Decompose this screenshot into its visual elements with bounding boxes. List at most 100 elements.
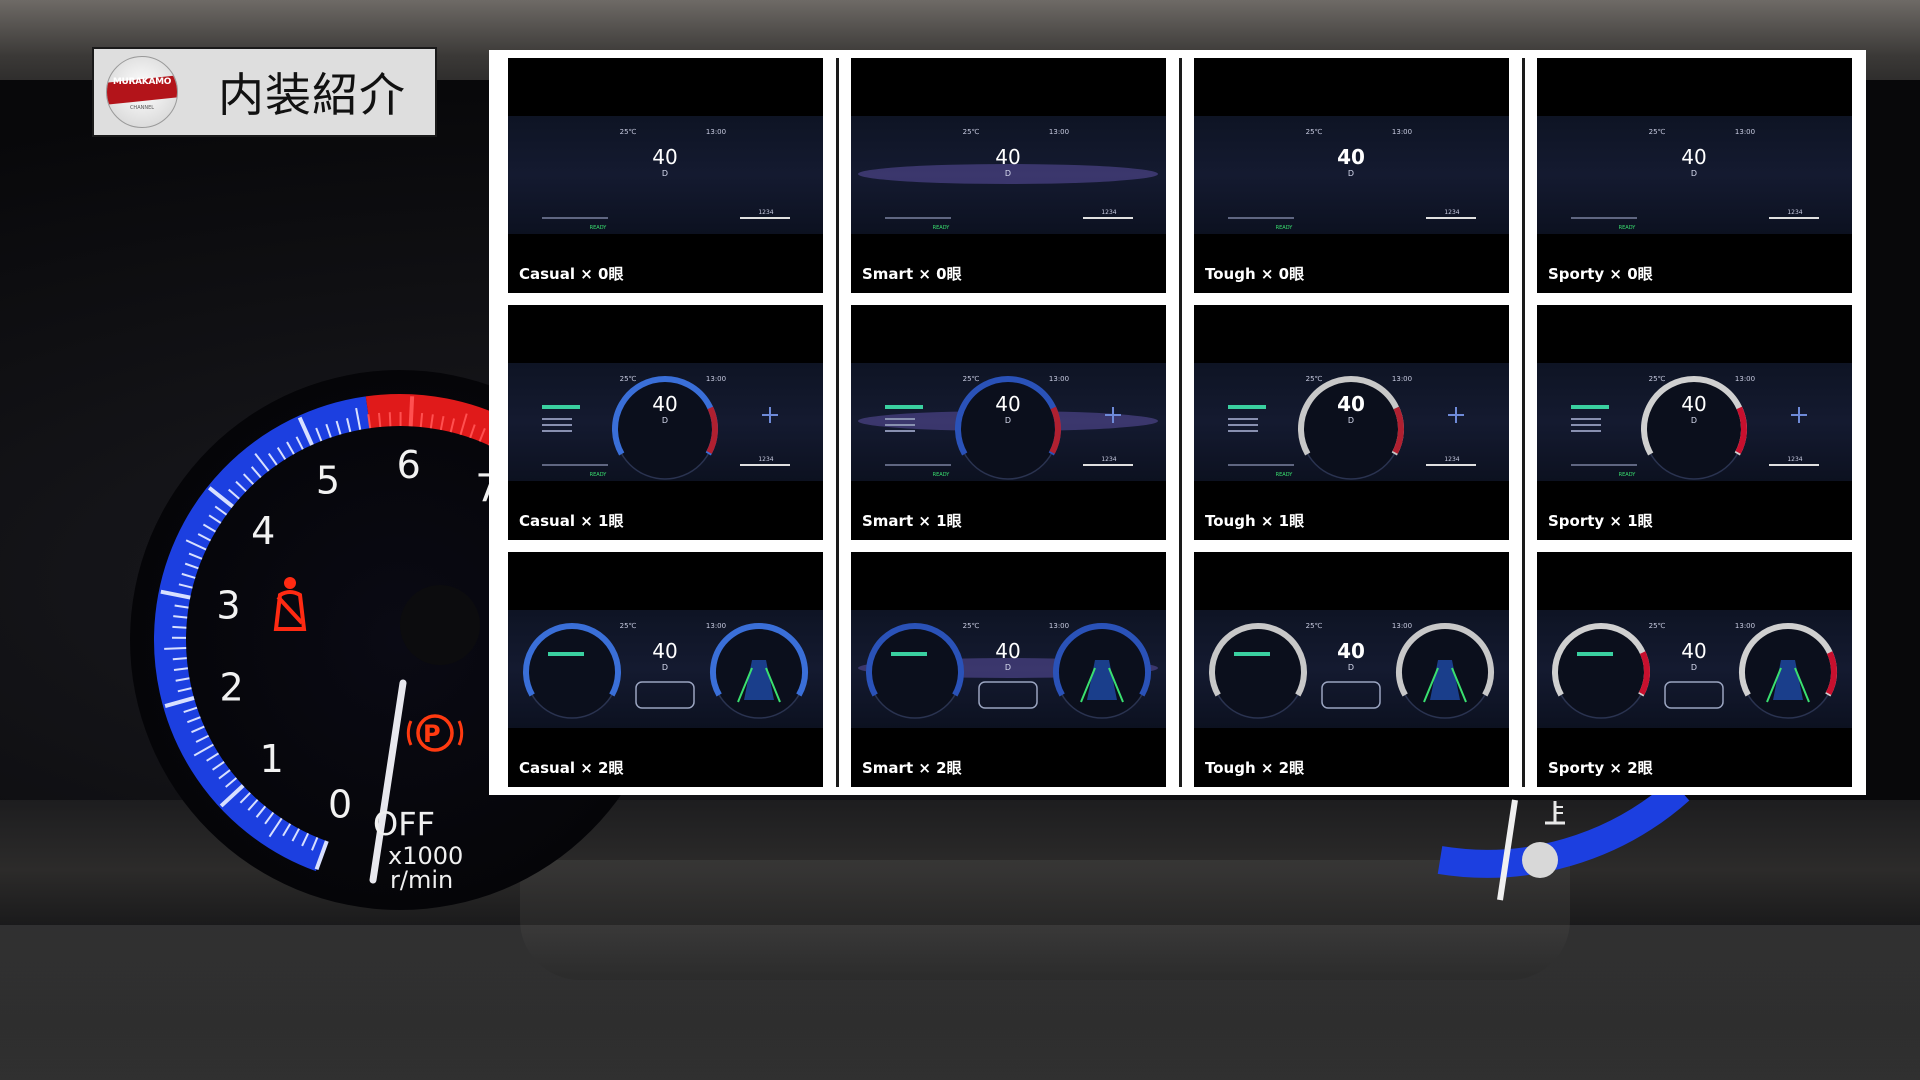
thumbnail-caption: Sporty × 1眼	[1548, 512, 1653, 530]
eco-bar	[1571, 405, 1609, 409]
thumbnail-smart-2[interactable]: 25℃ 13:00 40 D Smart × 2眼	[851, 552, 1166, 787]
thumbnail-tough-2[interactable]: 25℃ 13:00 40 D Tough × 2眼	[1194, 552, 1509, 787]
channel-badge: MURAKAMO CHANNEL 内装紹介	[92, 47, 437, 137]
eco-bar	[1234, 652, 1270, 656]
thumbnail-caption: Tough × 0眼	[1205, 265, 1305, 283]
tach-tick	[172, 657, 187, 661]
car-icon	[635, 681, 695, 709]
car-icon	[1664, 681, 1724, 709]
info-line	[885, 424, 915, 426]
thumbnail-caption: Smart × 0眼	[862, 265, 962, 283]
temp-readout: 25℃	[1649, 622, 1666, 630]
thumbnail-caption: Smart × 1眼	[862, 512, 962, 530]
time-readout: 13:00	[1049, 622, 1069, 630]
time-readout: 13:00	[1735, 375, 1755, 383]
info-line	[1228, 418, 1258, 420]
odo-readout: 1234	[1787, 456, 1802, 463]
thumbnail-casual-1[interactable]: 25℃ 13:00 40 D READY 1234 Casual × 1眼	[508, 305, 823, 540]
gear-readout: D	[662, 169, 668, 178]
temp-readout: 25℃	[620, 128, 637, 136]
meter-preview: 25℃ 13:00 40D READY 1234	[1228, 375, 1476, 480]
meter-preview: 25℃ 13:00 40D	[858, 622, 1158, 719]
time-readout: 13:00	[1735, 622, 1755, 630]
column-divider	[1522, 58, 1525, 787]
temp-readout: 25℃	[1306, 128, 1323, 136]
gear-readout: D	[1005, 663, 1011, 672]
logo-sub: CHANNEL	[129, 105, 155, 111]
car-icon	[978, 681, 1038, 709]
tach-number: 2	[219, 665, 243, 709]
meter-preview: 25℃ 13:00 40D READY 1234	[1228, 128, 1476, 231]
thumbnail-caption: Casual × 0眼	[519, 265, 624, 283]
temp-readout: 25℃	[963, 375, 980, 383]
tach-tick	[419, 412, 424, 428]
info-line	[1571, 430, 1601, 432]
odo-readout: 1234	[1101, 209, 1116, 216]
thumbnail-caption: Sporty × 0眼	[1548, 265, 1653, 283]
time-readout: 13:00	[1392, 128, 1412, 136]
odo-readout: 1234	[1444, 209, 1459, 216]
tach-tick	[378, 412, 382, 428]
temp-readout: 25℃	[620, 622, 637, 630]
tach-tick	[388, 412, 392, 427]
tach-tick	[172, 625, 187, 629]
info-line	[1571, 418, 1601, 420]
speed-readout: 40	[1337, 639, 1365, 663]
tach-number: 0	[328, 782, 352, 826]
car-icon	[1321, 681, 1381, 709]
time-readout: 13:00	[1392, 622, 1412, 630]
info-line	[1228, 424, 1258, 426]
thumbnail-sporty-1[interactable]: 25℃ 13:00 40 D READY 1234 Sporty × 1眼	[1537, 305, 1852, 540]
speed-readout: 40	[995, 392, 1020, 416]
tach-number: 3	[216, 583, 240, 627]
thumbnail-caption: Sporty × 2眼	[1548, 759, 1653, 777]
eco-bar	[542, 405, 580, 409]
eco-bar	[1228, 405, 1266, 409]
meter-preview: 25℃ 13:00 40D	[1552, 622, 1837, 719]
tach-number: 5	[316, 458, 340, 502]
thumbnail-tough-1[interactable]: 25℃ 13:00 40 D READY 1234 Tough × 1眼	[1194, 305, 1509, 540]
thumbnail-sporty-0[interactable]: 25℃ 13:00 40 D READY 1234 Sporty × 0眼	[1537, 58, 1852, 293]
time-readout: 13:00	[1735, 128, 1755, 136]
speed-readout: 40	[652, 392, 677, 416]
info-line	[885, 430, 915, 432]
meter-preview: 25℃ 13:00 40D READY 1234	[542, 128, 790, 231]
info-line	[1571, 424, 1601, 426]
eco-bar	[548, 652, 584, 656]
thumbnail-smart-0[interactable]: 25℃ 13:00 40 D READY 1234 Smart × 0眼	[851, 58, 1166, 293]
info-line	[542, 424, 572, 426]
gear-readout: D	[1691, 663, 1697, 672]
meter-preview: 25℃ 13:00 40D READY 1234	[858, 128, 1158, 231]
info-line	[542, 430, 572, 432]
gear-readout: D	[1691, 416, 1697, 425]
odo-readout: 1234	[1101, 456, 1116, 463]
thumbnail-caption: Smart × 2眼	[862, 759, 962, 777]
info-line	[1228, 430, 1258, 432]
odo-readout: 1234	[1444, 456, 1459, 463]
time-readout: 13:00	[706, 128, 726, 136]
parking-letter: P	[423, 720, 441, 748]
tach-tick	[164, 647, 187, 650]
thumbnail-tough-0[interactable]: 25℃ 13:00 40 D READY 1234 Tough × 0眼	[1194, 58, 1509, 293]
speed-readout: 40	[1681, 639, 1706, 663]
column-divider	[836, 58, 839, 787]
meter-preview: 25℃ 13:00 40D READY 1234	[858, 375, 1158, 480]
thumbnail-sporty-2[interactable]: 25℃ 13:00 40 D Sporty × 2眼	[1537, 552, 1852, 787]
temp-readout: 25℃	[620, 375, 637, 383]
info-line	[885, 418, 915, 420]
temp-readout: 25℃	[1649, 375, 1666, 383]
tach-off-label: OFF	[373, 805, 435, 843]
meter-preview: 25℃ 13:00 40D READY 1234	[1571, 375, 1819, 480]
thumbnail-casual-0[interactable]: 25℃ 13:00 40 D READY 1234 Casual × 0眼	[508, 58, 823, 293]
right-gauge-arc	[1437, 779, 1690, 878]
tach-number: 4	[251, 509, 275, 553]
thumbnail-casual-2[interactable]: 25℃ 13:00 40 D Casual × 2眼	[508, 552, 823, 787]
speed-readout: 40	[1337, 145, 1365, 169]
ready-indicator: READY	[1619, 472, 1637, 478]
speed-readout: 40	[1681, 145, 1706, 169]
thumbnail-smart-1[interactable]: 25℃ 13:00 40 D READY 1234 Smart × 1眼	[851, 305, 1166, 540]
tach-number: 6	[397, 443, 421, 487]
tach-tick	[408, 396, 415, 427]
speed-readout: 40	[652, 639, 677, 663]
meter-preview: 25℃ 13:00 40D READY 1234	[1571, 128, 1819, 231]
